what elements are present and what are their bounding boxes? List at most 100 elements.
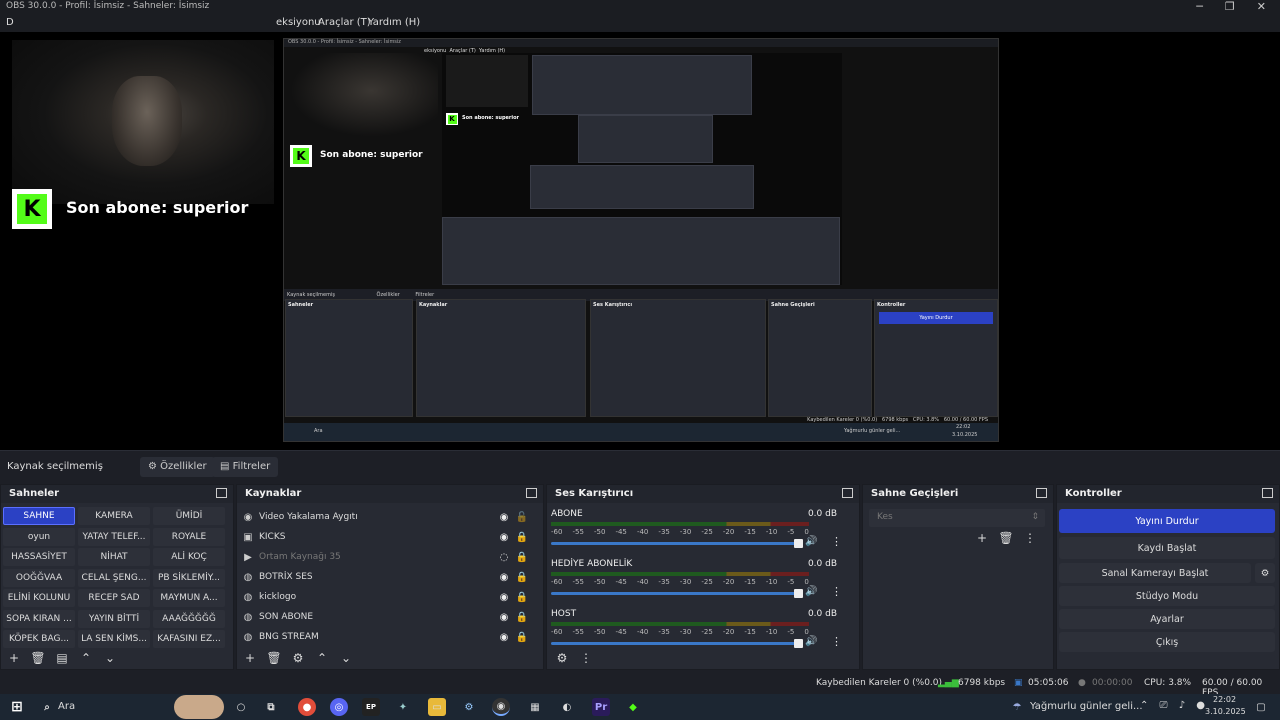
start-recording-button[interactable]: Kaydı Başlat [1059, 537, 1275, 559]
undock-icon[interactable] [1036, 488, 1047, 498]
unlock-icon[interactable]: 🔓 [513, 512, 531, 523]
lock-icon[interactable]: 🔒 [513, 592, 531, 603]
scene-item[interactable]: oyun [3, 527, 75, 546]
transition-select[interactable]: Kes ⇕ [869, 509, 1045, 527]
chrome-icon[interactable]: ● [298, 698, 316, 716]
filter-icon[interactable]: ▤ [53, 649, 71, 667]
undock-icon[interactable] [1262, 488, 1273, 498]
task-view-icon[interactable]: ⧉ [262, 698, 280, 716]
preview-canvas[interactable]: K Son abone: superior OBS 30.0.0 - Profi… [0, 32, 1280, 450]
taskbar-app-icon[interactable]: ▦ [526, 698, 544, 716]
eye-hidden-icon[interactable]: ◌ [495, 552, 513, 563]
app2-icon[interactable]: ◆ [624, 698, 642, 716]
source-row[interactable]: ◍ SON ABONE ◉ 🔒 [241, 607, 531, 627]
chevron-up-icon[interactable]: ⌃ [313, 649, 331, 667]
eye-icon[interactable]: ◉ [495, 572, 513, 583]
menu-item-source[interactable]: eksiyonu [276, 17, 321, 28]
lock-icon[interactable]: 🔒 [513, 532, 531, 543]
volume-slider[interactable] [551, 539, 803, 548]
scene-item[interactable]: KAFASINI EZ... [153, 630, 225, 648]
scene-item[interactable]: ÜMİDİ [153, 507, 225, 525]
studio-mode-button[interactable]: Stüdyo Modu [1059, 586, 1275, 606]
scene-item[interactable]: ALİ KOÇ [153, 548, 225, 566]
volume-slider[interactable] [551, 639, 803, 648]
chevron-up-icon[interactable]: ⌃ [77, 649, 95, 667]
scene-item[interactable]: PB SİKLEMİY... [153, 568, 225, 587]
more-icon[interactable]: ⋮ [577, 649, 595, 667]
speaker-icon[interactable]: 🔊 [805, 586, 817, 597]
gear-icon[interactable]: ⚙ [553, 649, 571, 667]
trash-icon[interactable]: 🗑 [997, 529, 1015, 547]
menu-item-help[interactable]: Yardım (H) [368, 17, 420, 28]
speaker-icon[interactable]: 🔊 [805, 536, 817, 547]
gear-icon[interactable]: ⚙ [289, 649, 307, 667]
properties-button[interactable]: ⚙ Özellikler [140, 457, 215, 477]
source-row[interactable]: ◍ kicklogo ◉ 🔒 [241, 587, 531, 607]
scene-item[interactable]: CELAL ŞENG... [78, 568, 150, 587]
add-icon[interactable]: + [973, 529, 991, 547]
trash-icon[interactable]: 🗑 [29, 649, 47, 667]
more-icon[interactable]: ⋮ [831, 535, 842, 548]
eye-icon[interactable]: ◉ [495, 632, 513, 643]
undock-icon[interactable] [216, 488, 227, 498]
eye-icon[interactable]: ◉ [495, 512, 513, 523]
source-row[interactable]: ◉ Video Yakalama Aygıtı ◉ 🔓 [241, 507, 531, 527]
scene-item[interactable]: KAMERA [78, 507, 150, 525]
lock-icon[interactable]: 🔒 [513, 552, 531, 563]
virtual-camera-button[interactable]: Sanal Kamerayı Başlat [1059, 563, 1251, 583]
scene-item[interactable]: SOPA KIRAN ... [3, 609, 75, 628]
volume-slider[interactable] [551, 589, 803, 598]
epic-games-icon[interactable]: EP [362, 698, 380, 716]
scene-item[interactable]: ROYALE [153, 527, 225, 546]
search-icon[interactable]: ⌕ [38, 698, 56, 716]
source-row[interactable]: ◍ BOTRİX SES ◉ 🔒 [241, 567, 531, 587]
eye-icon[interactable]: ◉ [495, 592, 513, 603]
undock-icon[interactable] [526, 488, 537, 498]
menu-item-tools[interactable]: Araçlar (T) [318, 17, 371, 28]
discord-icon[interactable]: ◎ [330, 698, 348, 716]
premiere-icon[interactable]: Pr [592, 698, 610, 716]
lock-icon[interactable]: 🔒 [513, 632, 531, 643]
scene-item[interactable]: AAAĞĞĞĞĞ [153, 609, 225, 628]
undock-icon[interactable] [842, 488, 853, 498]
weather-text[interactable]: Yağmurlu günler geli... [1030, 701, 1143, 712]
settings-button[interactable]: Ayarlar [1059, 609, 1275, 629]
more-icon[interactable]: ⋮ [1021, 529, 1039, 547]
minimize-button[interactable]: ─ [1196, 0, 1203, 13]
volume-knob[interactable] [794, 639, 803, 648]
source-row[interactable]: ◍ BNG STREAM ◉ 🔒 [241, 627, 531, 647]
add-icon[interactable]: + [241, 649, 259, 667]
scene-item[interactable]: ELİNİ KOLUNU [3, 589, 75, 607]
gear-icon[interactable]: ⚙ [1255, 563, 1275, 583]
chevron-down-icon[interactable]: ⌄ [337, 649, 355, 667]
filters-button[interactable]: ▤ Filtreler [212, 457, 279, 477]
exit-button[interactable]: Çıkış [1059, 632, 1275, 652]
app-icon[interactable]: ✦ [394, 698, 412, 716]
scene-item[interactable]: NİHAT [78, 548, 150, 566]
eye-icon[interactable]: ◉ [495, 532, 513, 543]
menu-item-partial[interactable]: D [6, 17, 14, 28]
tray-icons[interactable]: ⌃ ⎚ ♪ ● [1140, 700, 1209, 711]
scene-item[interactable]: MAYMUN A... [153, 589, 225, 607]
close-button[interactable]: ✕ [1257, 0, 1266, 13]
taskbar-search[interactable]: Ara [58, 701, 75, 712]
notification-icon[interactable]: ▢ [1252, 698, 1270, 716]
scene-item[interactable]: HASSASİYET [3, 548, 75, 566]
add-icon[interactable]: + [5, 649, 23, 667]
lock-icon[interactable]: 🔒 [513, 572, 531, 583]
eye-icon[interactable]: ◉ [495, 612, 513, 623]
clock-date[interactable]: 3.10.2025 [1205, 707, 1246, 716]
chevron-down-icon[interactable]: ⌄ [101, 649, 119, 667]
obs-icon[interactable]: ◉ [492, 698, 510, 716]
clock-time[interactable]: 22:02 [1213, 695, 1236, 704]
browser-icon[interactable]: ◐ [558, 698, 576, 716]
scene-item[interactable]: YATAY TELEF... [78, 527, 150, 546]
more-icon[interactable]: ⋮ [831, 635, 842, 648]
source-row[interactable]: ▶ Ortam Kaynağı 35 ◌ 🔒 [241, 547, 531, 567]
scene-item[interactable]: YAYIN BİTTİ [78, 609, 150, 628]
steam-icon[interactable]: ⚙ [460, 698, 478, 716]
trash-icon[interactable]: 🗑 [265, 649, 283, 667]
scene-item[interactable]: KÖPEK BAG... [3, 630, 75, 648]
volume-knob[interactable] [794, 589, 803, 598]
cortana-icon[interactable]: ○ [232, 698, 250, 716]
